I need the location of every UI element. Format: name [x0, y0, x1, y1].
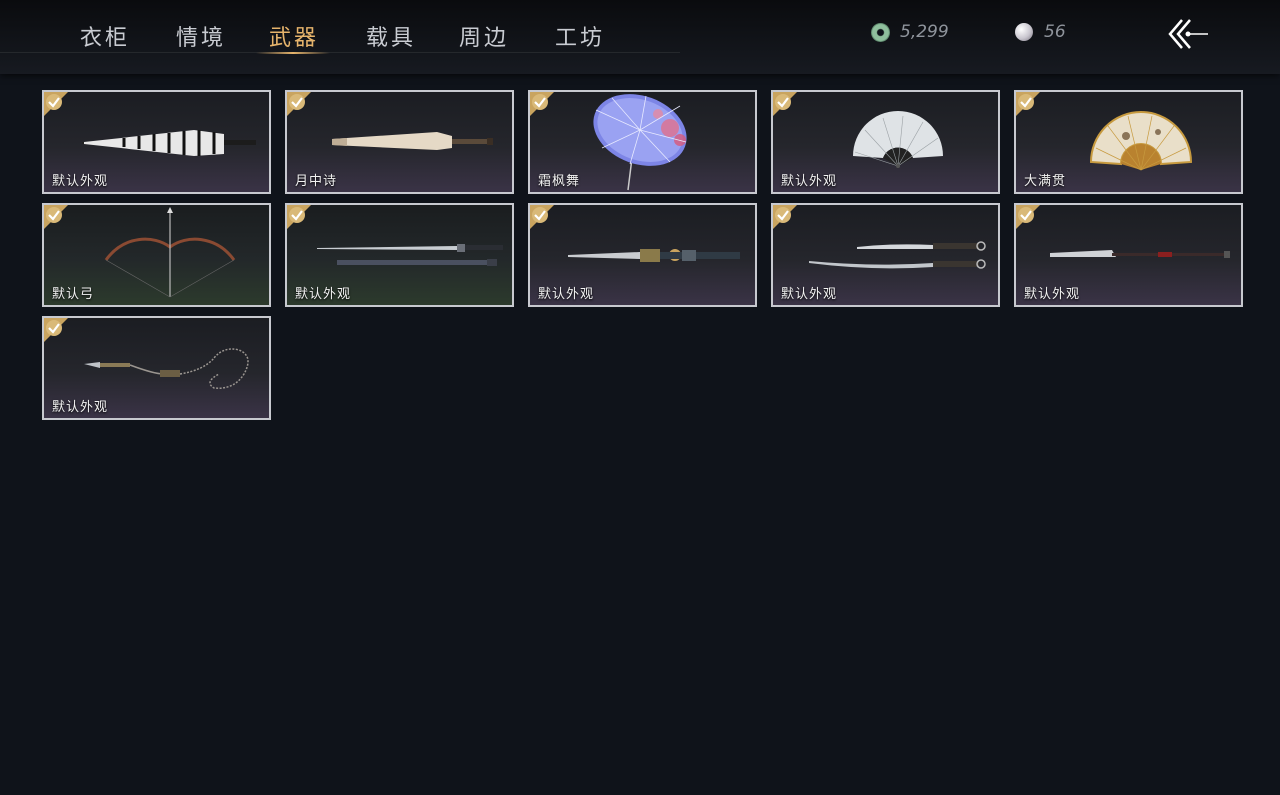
owned-check-icon [1016, 92, 1040, 116]
weapon-skin-card[interactable]: 默认弓 [42, 203, 271, 307]
item-label: 默认外观 [1024, 287, 1081, 302]
tab-weapons[interactable]: 武器 [269, 20, 319, 52]
item-label: 默认外观 [295, 287, 352, 302]
owned-check-icon [530, 205, 554, 229]
top-bar: 衣柜 情境 武器 载具 周边 工坊 5,299 56 [0, 0, 1280, 74]
weapon-skin-card[interactable]: 默认外观 [771, 90, 1000, 194]
item-label: 月中诗 [295, 174, 338, 189]
weapon-skin-card[interactable]: 默认外观 [771, 203, 1000, 307]
item-label: 默认弓 [52, 287, 95, 302]
owned-check-icon [287, 92, 311, 116]
tab-vehicles[interactable]: 载具 [366, 20, 416, 52]
owned-check-icon [44, 318, 68, 342]
back-arrow-icon [1168, 19, 1208, 49]
weapon-skin-card[interactable]: 默认外观 [42, 90, 271, 194]
owned-check-icon [773, 92, 797, 116]
owned-check-icon [44, 92, 68, 116]
weapon-skin-card[interactable]: 霜枫舞 [528, 90, 757, 194]
pearl-amount: 56 [1044, 22, 1066, 42]
weapon-skin-card[interactable]: 默认外观 [285, 203, 514, 307]
item-label: 默认外观 [781, 174, 838, 189]
item-label: 霜枫舞 [538, 174, 581, 189]
tab-scene[interactable]: 情境 [176, 20, 226, 52]
item-label: 默认外观 [52, 400, 109, 415]
weapon-skin-card[interactable]: 月中诗 [285, 90, 514, 194]
item-label: 默认外观 [781, 287, 838, 302]
owned-check-icon [773, 205, 797, 229]
item-label: 默认外观 [52, 174, 109, 189]
jade-coin-amount: 5,299 [900, 22, 949, 42]
active-tab-indicator [256, 52, 330, 54]
back-button[interactable] [1166, 17, 1210, 51]
weapon-skin-card[interactable]: 默认外观 [1014, 203, 1243, 307]
weapon-skin-card[interactable]: 默认外观 [528, 203, 757, 307]
owned-check-icon [44, 205, 68, 229]
jade-coin-icon [871, 23, 890, 42]
weapon-skin-card[interactable]: 默认外观 [42, 316, 271, 420]
owned-check-icon [530, 92, 554, 116]
tab-merch[interactable]: 周边 [459, 20, 509, 52]
pearl-icon [1015, 23, 1033, 41]
category-tabs: 衣柜 情境 武器 载具 周边 工坊 [0, 0, 680, 54]
owned-check-icon [1016, 205, 1040, 229]
tab-workshop[interactable]: 工坊 [555, 20, 605, 52]
owned-check-icon [287, 205, 311, 229]
tab-wardrobe[interactable]: 衣柜 [80, 20, 130, 52]
weapon-skin-card[interactable]: 大满贯 [1014, 90, 1243, 194]
item-label: 大满贯 [1024, 174, 1067, 189]
item-label: 默认外观 [538, 287, 595, 302]
